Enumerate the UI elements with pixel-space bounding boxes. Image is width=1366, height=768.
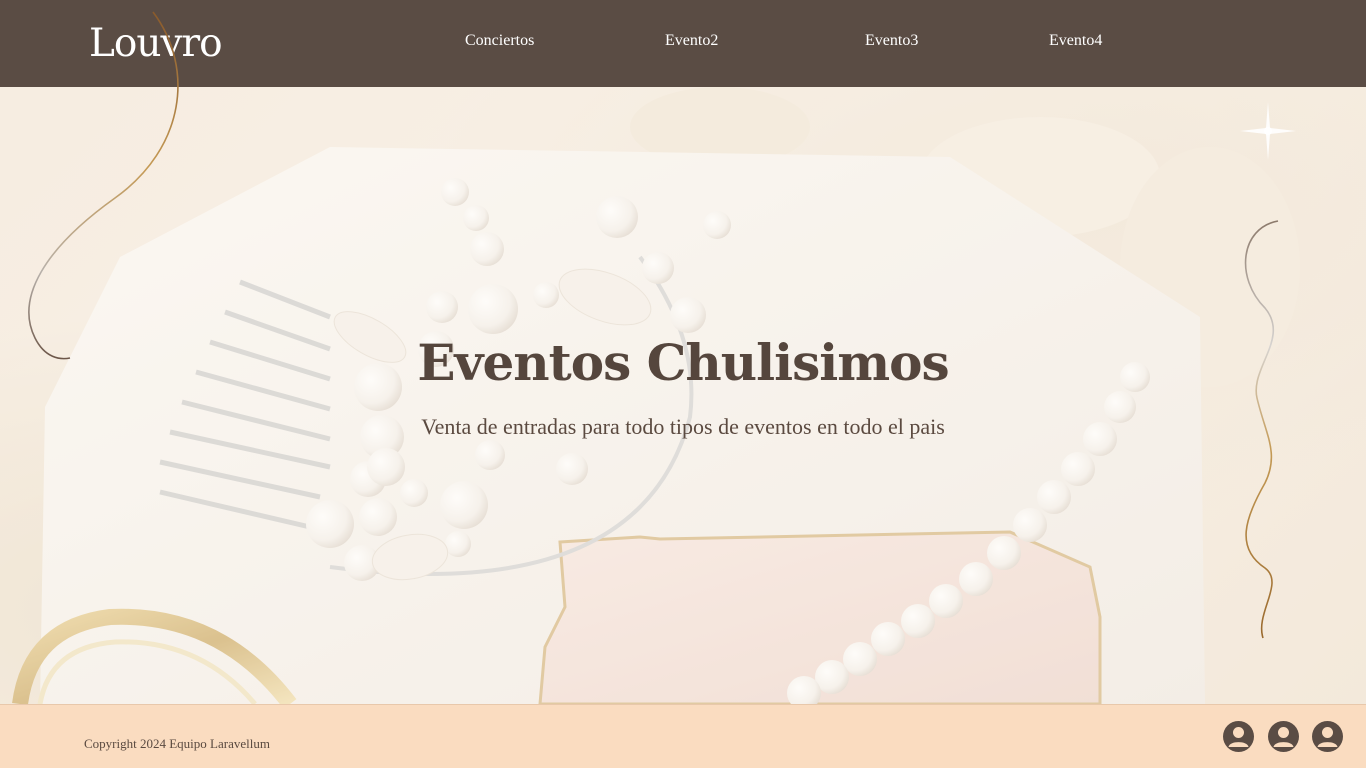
user-icon[interactable] (1312, 721, 1343, 752)
user-icon[interactable] (1268, 721, 1299, 752)
top-navigation-bar: Louvro Conciertos Evento2 Evento3 Evento… (0, 0, 1366, 87)
nav-link-evento3[interactable]: Evento3 (865, 31, 918, 51)
user-icon[interactable] (1223, 721, 1254, 752)
footer: Copyright 2024 Equipo Laravellum (0, 704, 1366, 768)
hero-subtitle: Venta de entradas para todo tipos de eve… (421, 414, 945, 439)
hero-overlay (0, 87, 1366, 704)
hero-section: Eventos Chulisimos Venta de entradas par… (0, 87, 1366, 704)
nav-link-evento4[interactable]: Evento4 (1049, 31, 1102, 51)
nav-link-evento2[interactable]: Evento2 (665, 31, 718, 51)
copyright-text: Copyright 2024 Equipo Laravellum (84, 736, 270, 751)
nav-link-conciertos[interactable]: Conciertos (465, 31, 534, 51)
page: Louvro Conciertos Evento2 Evento3 Evento… (0, 0, 1366, 768)
site-logo[interactable]: Louvro (89, 20, 223, 68)
hero-title: Eventos Chulisimos (417, 333, 949, 392)
